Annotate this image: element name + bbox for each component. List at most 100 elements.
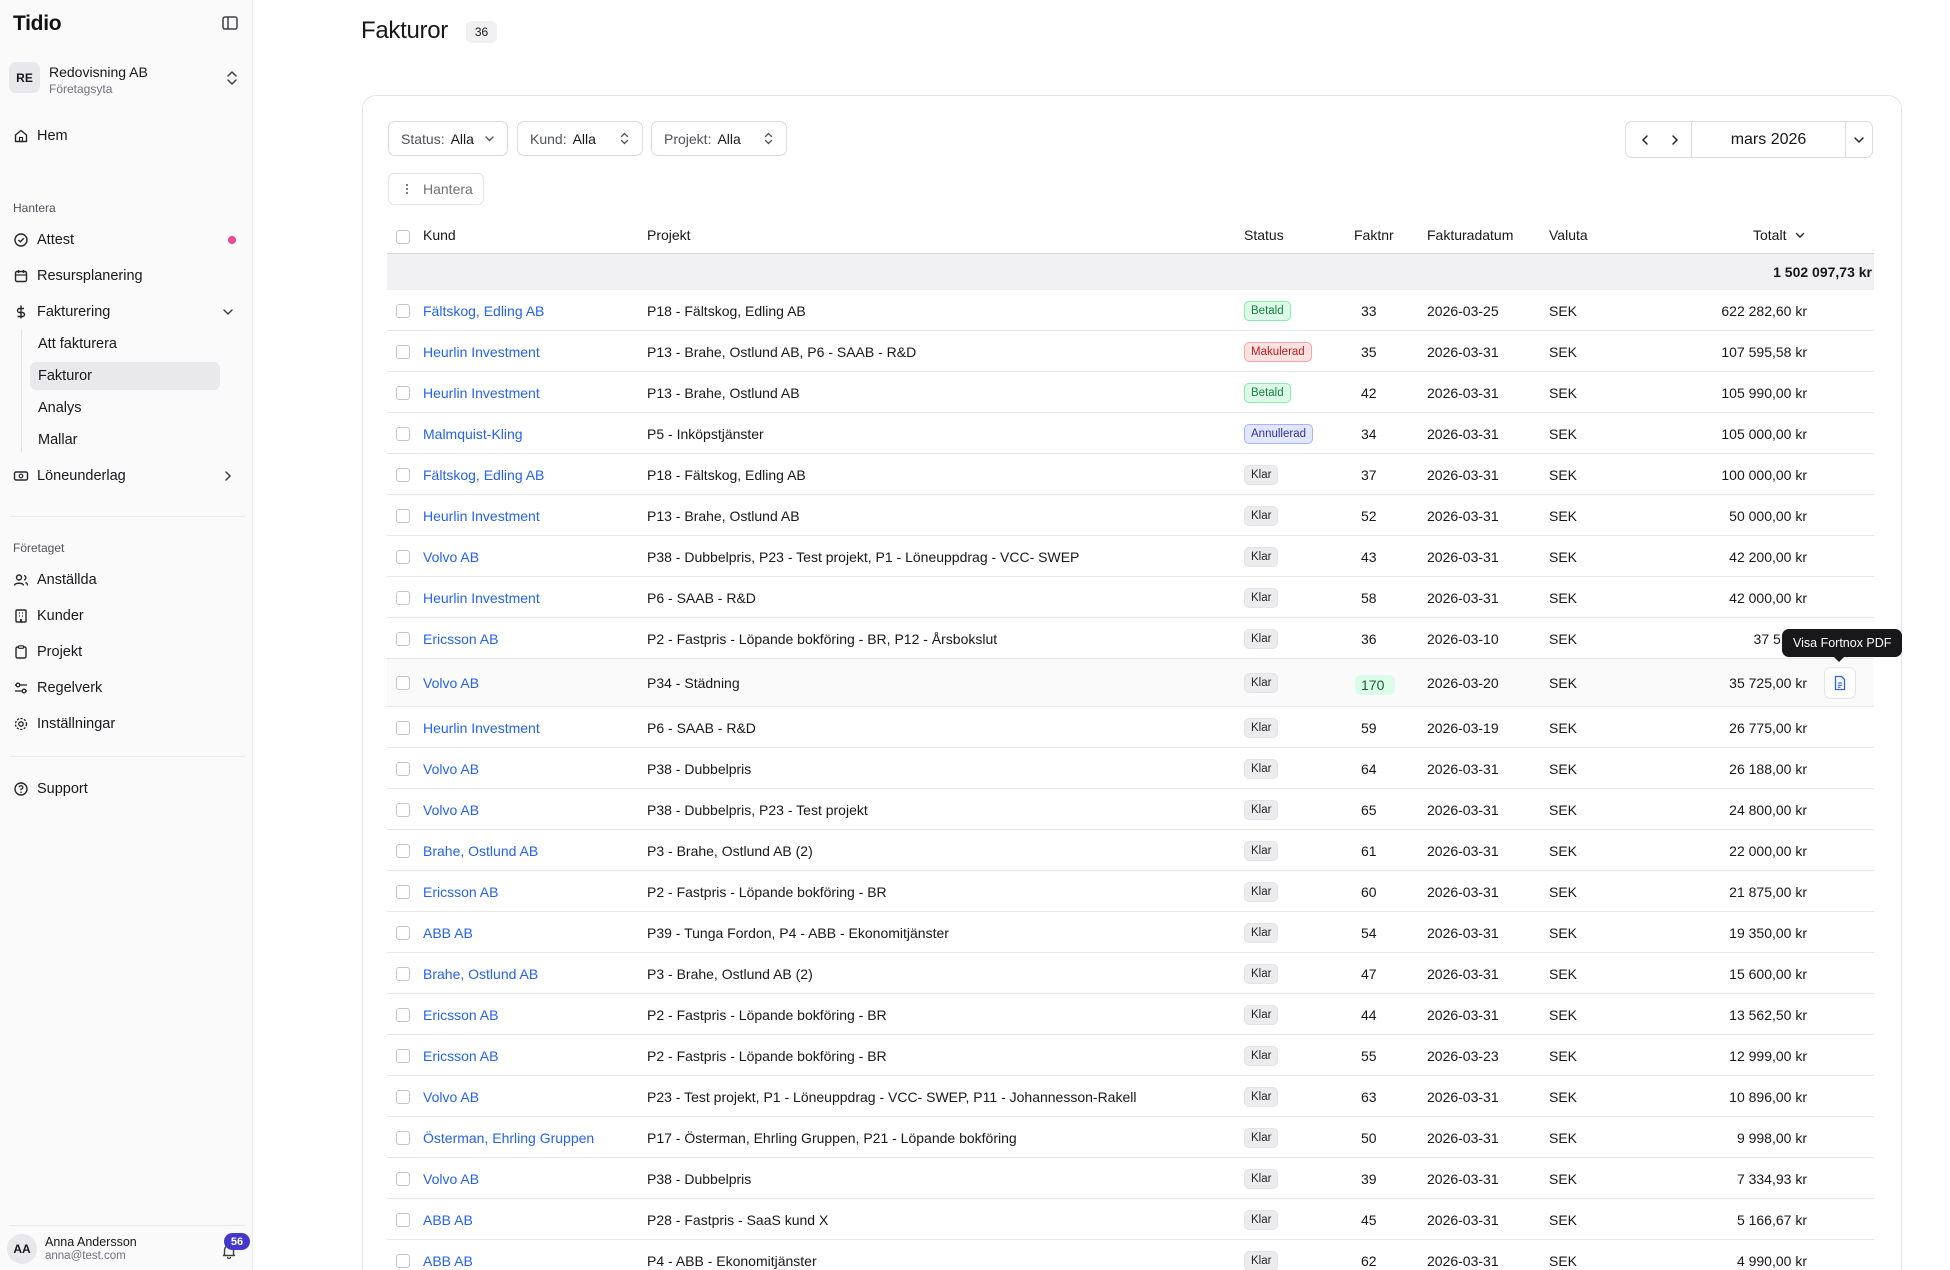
chevron-right-icon[interactable]	[221, 469, 235, 483]
table-row[interactable]: Heurlin Investment P13 - Brahe, Ostlund A…	[387, 331, 1874, 372]
table-row[interactable]: Heurlin Investment P13 - Brahe, Ostlund A…	[387, 495, 1874, 536]
nav-mallar[interactable]: Mallar	[30, 426, 220, 454]
customer-link[interactable]: Ericsson AB	[423, 884, 498, 900]
nav-rules[interactable]: Regelverk	[13, 674, 102, 702]
table-row[interactable]: Heurlin Investment P6 - SAAB - R&D Klar 59 2…	[387, 707, 1874, 748]
customer-link[interactable]: Ericsson AB	[423, 1048, 498, 1064]
nav-customers[interactable]: Kunder	[13, 602, 84, 630]
chevron-right-icon[interactable]	[1668, 133, 1682, 147]
nav-employees[interactable]: Anställda	[13, 566, 97, 594]
nav-analys[interactable]: Analys	[30, 394, 220, 422]
table-row[interactable]: Volvo AB P38 - Dubbelpris Klar 64 2026-03-31…	[387, 748, 1874, 789]
row-checkbox[interactable]	[396, 1131, 410, 1145]
customer-link[interactable]: ABB AB	[423, 1212, 473, 1228]
column-header-status[interactable]: Status	[1244, 227, 1284, 243]
customer-link[interactable]: Brahe, Ostlund AB	[423, 843, 538, 859]
column-header-kund[interactable]: Kund	[423, 227, 456, 243]
row-checkbox[interactable]	[396, 1049, 410, 1063]
row-checkbox[interactable]	[396, 1213, 410, 1227]
nav-att-fakturera[interactable]: Att fakturera	[30, 330, 220, 358]
kund-filter[interactable]: Kund: Alla	[517, 121, 643, 156]
app-logo[interactable]: Tidio	[13, 12, 62, 36]
table-row[interactable]: Malmquist-Kling P5 - Inköpstjänster Annull…	[387, 413, 1874, 454]
chevron-left-icon[interactable]	[1638, 133, 1652, 147]
nav-settings[interactable]: Inställningar	[13, 710, 115, 738]
table-row[interactable]: Volvo AB P38 - Dubbelpris, P23 - Test pro…	[387, 536, 1874, 577]
table-row[interactable]: Österman, Ehrling Gruppen P17 - Österman,…	[387, 1117, 1874, 1158]
customer-link[interactable]: Volvo AB	[423, 549, 479, 565]
nav-support[interactable]: Support	[13, 775, 88, 803]
row-checkbox[interactable]	[396, 1254, 410, 1268]
table-row[interactable]: Ericsson AB P2 - Fastpris - Löpande bokfö…	[387, 994, 1874, 1035]
table-row[interactable]: Brahe, Ostlund AB P3 - Brahe, Ostlund AB …	[387, 830, 1874, 871]
customer-link[interactable]: Malmquist-Kling	[423, 426, 523, 442]
customer-link[interactable]: Ericsson AB	[423, 631, 498, 647]
row-checkbox[interactable]	[396, 676, 410, 690]
row-checkbox[interactable]	[396, 427, 410, 441]
table-row[interactable]: Fältskog, Edling AB P18 - Fältskog, Edlin…	[387, 454, 1874, 495]
row-checkbox[interactable]	[396, 844, 410, 858]
table-row[interactable]: Volvo AB P34 - Städning Klar 170 2026-03-20 S…	[387, 659, 1874, 707]
nav-fakturor[interactable]: Fakturor	[30, 362, 220, 390]
row-checkbox[interactable]	[396, 591, 410, 605]
row-checkbox[interactable]	[396, 762, 410, 776]
nav-resource-planning[interactable]: Resursplanering	[13, 262, 143, 290]
customer-link[interactable]: Fältskog, Edling AB	[423, 303, 544, 319]
column-header-faktnr[interactable]: Faktnr	[1354, 227, 1394, 243]
select-all-checkbox[interactable]	[396, 230, 410, 244]
customer-link[interactable]: Fältskog, Edling AB	[423, 467, 544, 483]
manage-button[interactable]: Hantera	[388, 173, 484, 205]
table-row[interactable]: Ericsson AB P2 - Fastpris - Löpande bokfö…	[387, 618, 1874, 659]
row-checkbox[interactable]	[396, 721, 410, 735]
table-row[interactable]: ABB AB P4 - ABB - Ekonomitjänster Klar 62 20…	[387, 1240, 1874, 1270]
row-checkbox[interactable]	[396, 926, 410, 940]
column-header-totalt[interactable]: Totalt	[1753, 227, 1806, 243]
table-row[interactable]: Ericsson AB P2 - Fastpris - Löpande bokfö…	[387, 1035, 1874, 1076]
projekt-filter[interactable]: Projekt: Alla	[651, 121, 787, 156]
nav-attest[interactable]: Attest	[13, 226, 74, 254]
customer-link[interactable]: Heurlin Investment	[423, 720, 540, 736]
customer-link[interactable]: ABB AB	[423, 1253, 473, 1269]
row-checkbox[interactable]	[396, 967, 410, 981]
row-checkbox[interactable]	[396, 386, 410, 400]
nav-invoicing[interactable]: Fakturering	[13, 298, 110, 326]
table-row[interactable]: ABB AB P28 - Fastpris - SaaS kund X Klar 45…	[387, 1199, 1874, 1240]
column-header-fakturadatum[interactable]: Fakturadatum	[1427, 227, 1513, 243]
row-checkbox[interactable]	[396, 509, 410, 523]
nav-home[interactable]: Hem	[13, 122, 68, 150]
row-checkbox[interactable]	[396, 1090, 410, 1104]
customer-link[interactable]: Heurlin Investment	[423, 385, 540, 401]
nav-projects[interactable]: Projekt	[13, 638, 82, 666]
user-menu[interactable]: AA Anna Andersson anna@test.com 56	[7, 1233, 250, 1268]
customer-link[interactable]: Brahe, Ostlund AB	[423, 966, 538, 982]
customer-link[interactable]: Volvo AB	[423, 1089, 479, 1105]
customer-link[interactable]: Volvo AB	[423, 761, 479, 777]
row-checkbox[interactable]	[396, 550, 410, 564]
customer-link[interactable]: Heurlin Investment	[423, 508, 540, 524]
row-checkbox[interactable]	[396, 1172, 410, 1186]
customer-link[interactable]: Volvo AB	[423, 675, 479, 691]
panel-toggle-icon[interactable]	[221, 14, 239, 32]
table-row[interactable]: Volvo AB P38 - Dubbelpris, P23 - Test pro…	[387, 789, 1874, 830]
customer-link[interactable]: Volvo AB	[423, 802, 479, 818]
row-checkbox[interactable]	[396, 1008, 410, 1022]
table-row[interactable]: Brahe, Ostlund AB P3 - Brahe, Ostlund AB …	[387, 953, 1874, 994]
table-row[interactable]: Volvo AB P23 - Test projekt, P1 - Löneupp…	[387, 1076, 1874, 1117]
table-row[interactable]: ABB AB P39 - Tunga Fordon, P4 - ABB - Eko…	[387, 912, 1874, 953]
row-checkbox[interactable]	[396, 304, 410, 318]
table-row[interactable]: Ericsson AB P2 - Fastpris - Löpande bokfö…	[387, 871, 1874, 912]
column-header-valuta[interactable]: Valuta	[1549, 227, 1588, 243]
customer-link[interactable]: Ericsson AB	[423, 1007, 498, 1023]
row-checkbox[interactable]	[396, 345, 410, 359]
chevron-down-icon[interactable]	[221, 305, 235, 319]
table-row[interactable]: Volvo AB P38 - Dubbelpris Klar 39 2026-03-31…	[387, 1158, 1874, 1199]
column-header-projekt[interactable]: Projekt	[647, 227, 691, 243]
customer-link[interactable]: Österman, Ehrling Gruppen	[423, 1130, 594, 1146]
table-row[interactable]: Heurlin Investment P6 - SAAB - R&D Klar 58 2…	[387, 577, 1874, 618]
status-filter[interactable]: Status: Alla	[388, 121, 508, 156]
customer-link[interactable]: Heurlin Investment	[423, 344, 540, 360]
fortnox-pdf-button[interactable]	[1824, 667, 1856, 699]
month-picker[interactable]: mars 2026	[1692, 122, 1845, 157]
row-checkbox[interactable]	[396, 468, 410, 482]
customer-link[interactable]: Volvo AB	[423, 1171, 479, 1187]
